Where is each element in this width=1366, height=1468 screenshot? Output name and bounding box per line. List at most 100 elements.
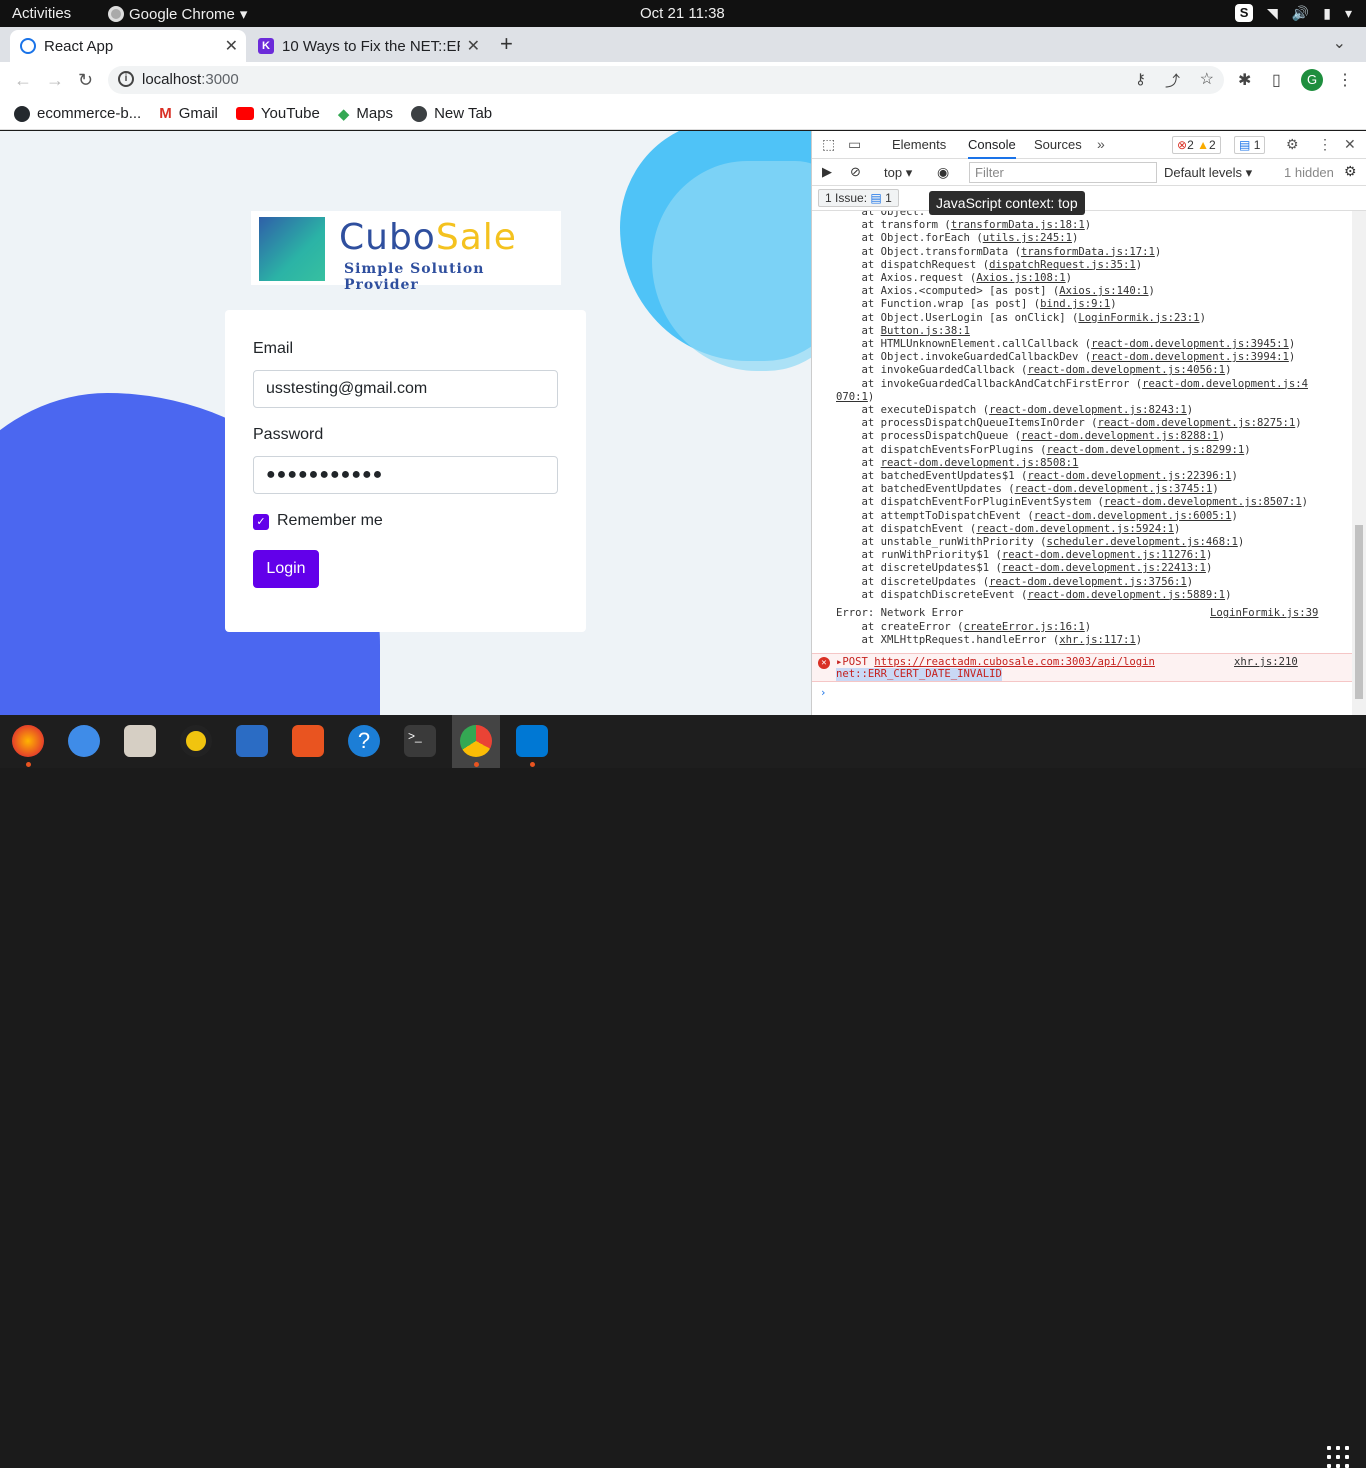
post-error-message[interactable]: ✕ ▸POST https://reactadm.cubosale.com:300… [812, 653, 1352, 683]
source-link[interactable]: react-dom.development.js:6005:1 [1034, 510, 1232, 522]
source-link[interactable]: Axios.js:140:1 [1059, 285, 1148, 297]
source-link[interactable]: 070:1 [836, 391, 868, 403]
tab-search-icon[interactable]: ⌄ [1333, 33, 1346, 53]
device-toolbar-icon[interactable]: ▭ [848, 136, 861, 153]
close-icon[interactable]: ✕ [225, 36, 238, 56]
source-link[interactable]: createError.js:16:1 [964, 621, 1085, 633]
show-apps-icon[interactable] [1327, 1446, 1349, 1468]
source-link[interactable]: scheduler.development.js:468:1 [1046, 536, 1237, 548]
source-link-text[interactable]: xhr.js:210 [1234, 656, 1298, 668]
tab-sources[interactable]: Sources [1034, 137, 1082, 152]
help-icon[interactable]: ? [348, 725, 380, 757]
source-link[interactable]: dispatchRequest.js:35:1 [989, 259, 1136, 271]
source-link[interactable]: LoginFormik.js:39 [1210, 607, 1318, 620]
back-icon[interactable]: ← [14, 70, 32, 91]
menu-icon[interactable]: ⋮ [1337, 70, 1353, 90]
firefox-icon[interactable] [12, 725, 44, 757]
eye-icon[interactable]: ◉ [937, 164, 949, 181]
omnibox[interactable]: i localhost:3000 ⚷ ⤴ ☆ [108, 66, 1224, 94]
more-tabs-icon[interactable]: » [1097, 136, 1105, 152]
clock[interactable]: Oct 21 11:38 [640, 5, 725, 22]
source-link[interactable]: react-dom.development.js:3945:1 [1091, 338, 1289, 350]
remember-label[interactable]: Remember me [277, 512, 383, 530]
source-link[interactable]: react-dom.development.js:8299:1 [1046, 444, 1244, 456]
rhythmbox-icon[interactable] [180, 725, 212, 757]
key-icon[interactable]: ⚷ [1135, 70, 1146, 88]
source-link[interactable]: utils.js:245:1 [983, 232, 1072, 244]
kebab-icon[interactable]: ⋮ [1318, 136, 1332, 153]
bookmark-gmail[interactable]: M Gmail [159, 105, 218, 122]
thunderbird-icon[interactable] [68, 725, 100, 757]
close-icon[interactable]: ✕ [467, 36, 480, 56]
close-icon[interactable]: ✕ [1344, 136, 1356, 153]
share-icon[interactable]: ⤴ [1165, 70, 1180, 91]
tab-elements[interactable]: Elements [892, 137, 946, 152]
source-link[interactable]: xhr.js:117:1 [1059, 634, 1136, 646]
extensions-icon[interactable]: ✱ [1238, 70, 1251, 90]
vscode-icon[interactable] [516, 725, 548, 757]
scrollbar-thumb[interactable] [1355, 525, 1363, 699]
info-badge[interactable]: ▤ 1 [1234, 136, 1266, 154]
system-tray[interactable]: S ◥ 🔊 ▮ ▾ [1235, 4, 1352, 22]
login-button[interactable]: Login [253, 550, 319, 588]
password-field[interactable]: ●●●●●●●●●●● [253, 456, 558, 494]
bookmark-github[interactable]: ecommerce-b... [14, 105, 141, 122]
bookmark-youtube[interactable]: YouTube [235, 105, 320, 122]
tab-article[interactable]: K 10 Ways to Fix the NET::ER ✕ [248, 30, 488, 62]
tab-react-app[interactable]: React App ✕ [10, 30, 246, 62]
writer-icon[interactable] [236, 725, 268, 757]
terminal-icon[interactable]: >_ [404, 725, 436, 757]
info-icon[interactable]: i [118, 71, 134, 87]
source-link[interactable]: react-dom.development.js:5889:1 [1027, 589, 1225, 601]
skype-icon[interactable]: S [1235, 4, 1254, 22]
forward-icon[interactable]: → [46, 70, 64, 91]
source-link-text[interactable]: LoginFormik.js:39 [1210, 607, 1318, 619]
activities-button[interactable]: Activities [12, 5, 71, 22]
source-link[interactable]: xhr.js:210 [1234, 656, 1298, 669]
sidebar-toggle-icon[interactable]: ▶ [822, 164, 832, 180]
source-link[interactable]: react-dom.development.js:3994:1 [1091, 351, 1289, 363]
source-link[interactable]: react-dom.development.js:8507:1 [1104, 496, 1302, 508]
filter-input[interactable]: Filter [969, 162, 1157, 183]
avatar[interactable]: G [1301, 69, 1323, 91]
reload-icon[interactable]: ↻ [78, 70, 93, 91]
source-link[interactable]: react-dom.development.js:4 [1142, 378, 1308, 390]
settings-icon[interactable]: ⚙ [1344, 163, 1357, 180]
bookmark-new-tab[interactable]: New Tab [411, 105, 492, 122]
source-link[interactable]: react-dom.development.js:8243:1 [989, 404, 1187, 416]
bookmark-maps[interactable]: ◆ Maps [338, 105, 393, 123]
settings-icon[interactable]: ⚙ [1286, 136, 1299, 153]
app-menu[interactable]: Google Chrome ▾ [108, 5, 247, 23]
side-panel-icon[interactable]: ▯ [1272, 70, 1281, 90]
inspect-icon[interactable]: ⬚ [822, 136, 835, 153]
clear-console-icon[interactable]: ⊘ [850, 164, 861, 180]
source-link[interactable]: react-dom.development.js:3745:1 [1015, 483, 1213, 495]
source-link[interactable]: react-dom.development.js:22396:1 [1027, 470, 1231, 482]
source-link[interactable]: react-dom.development.js:8288:1 [1021, 430, 1219, 442]
source-link[interactable]: transformData.js:17:1 [1021, 246, 1155, 258]
files-icon[interactable] [124, 725, 156, 757]
star-icon[interactable]: ☆ [1200, 69, 1214, 89]
context-select[interactable]: top ▾ [884, 165, 912, 181]
error-warning-badge[interactable]: ⊗2 ▲2 [1172, 136, 1221, 154]
software-icon[interactable] [292, 725, 324, 757]
source-link[interactable]: LoginFormik.js:23:1 [1078, 312, 1199, 324]
source-link[interactable]: react-dom.development.js:5924:1 [976, 523, 1174, 535]
source-link[interactable]: react-dom.development.js:11276:1 [1002, 549, 1206, 561]
request-url[interactable]: https://reactadm.cubosale.com:3003/api/l… [874, 656, 1155, 668]
source-link[interactable]: react-dom.development.js:22413:1 [1002, 562, 1206, 574]
source-link[interactable]: transformData.js:18:1 [951, 219, 1085, 231]
email-field[interactable]: usstesting@gmail.com [253, 370, 558, 408]
console-prompt[interactable]: › [820, 687, 826, 700]
tab-console[interactable]: Console [968, 137, 1016, 159]
chrome-icon[interactable] [460, 725, 492, 757]
source-link[interactable]: bind.js:9:1 [1040, 298, 1110, 310]
source-link[interactable]: Button.js:38:1 [881, 325, 970, 337]
source-link[interactable]: react-dom.development.js:8508:1 [881, 457, 1079, 469]
new-tab-button[interactable]: + [500, 31, 513, 57]
source-link[interactable]: react-dom.development.js:8275:1 [1098, 417, 1296, 429]
levels-select[interactable]: Default levels ▾ [1164, 165, 1252, 181]
source-link[interactable]: react-dom.development.js:4056:1 [1027, 364, 1225, 376]
remember-checkbox[interactable]: ✓ [253, 514, 269, 530]
source-link[interactable]: Axios.js:108:1 [976, 272, 1065, 284]
